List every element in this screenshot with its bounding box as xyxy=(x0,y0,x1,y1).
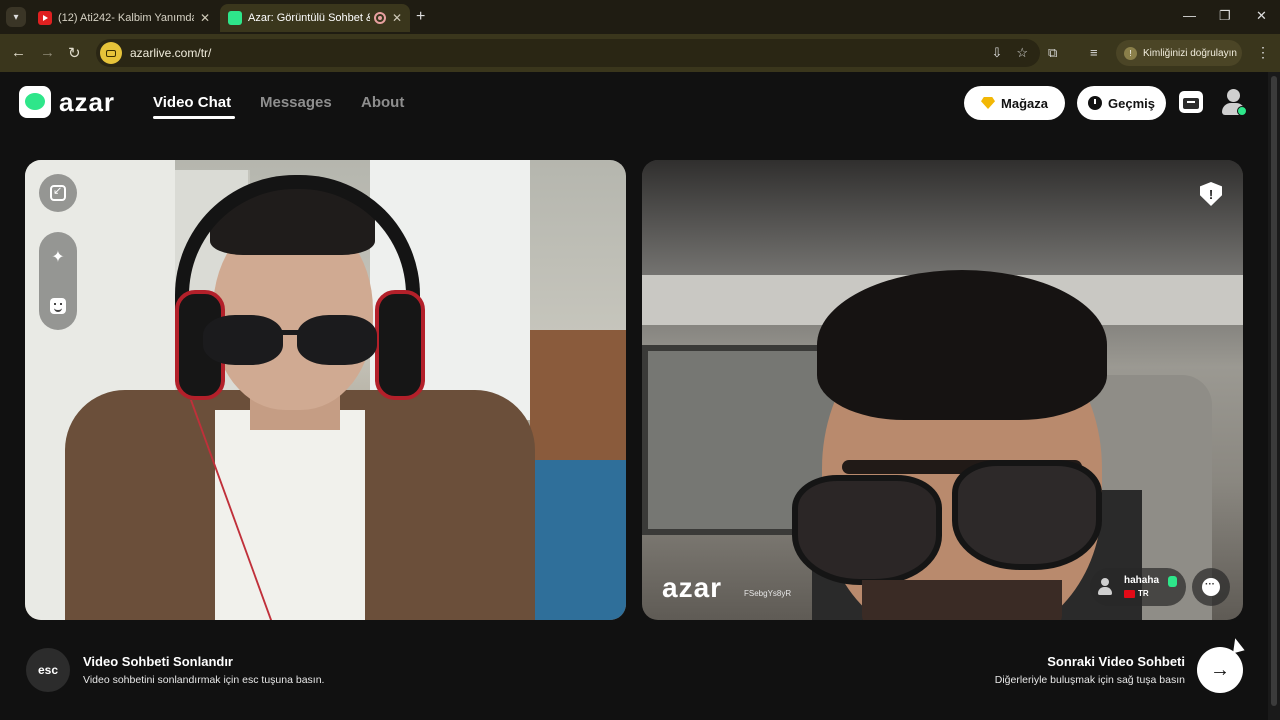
close-window-icon[interactable]: ✕ xyxy=(1256,8,1267,24)
shop-label: Mağaza xyxy=(1001,95,1048,111)
verified-badge-icon xyxy=(1168,576,1177,587)
azar-icon xyxy=(228,11,242,25)
end-chat-button[interactable]: esc xyxy=(26,648,70,692)
minimize-control xyxy=(39,174,77,212)
headphones-cup-right xyxy=(375,290,425,400)
end-chat-hint: Video sohbetini sonlandırmak için esc tu… xyxy=(83,674,325,686)
nav-about[interactable]: About xyxy=(361,94,404,111)
remote-video: ! azar FSebgYs8yR hahaha TR xyxy=(642,160,1243,620)
azar-watermark: azar xyxy=(662,572,723,603)
new-tab-button[interactable]: + xyxy=(416,8,425,26)
logo-text: azar xyxy=(59,86,116,117)
bookmark-star-icon[interactable]: ☆ xyxy=(1016,45,1028,61)
install-app-icon[interactable]: ⇩ xyxy=(991,45,1002,61)
sunglasses-right-lens xyxy=(952,460,1102,570)
scrollbar-thumb[interactable] xyxy=(1271,76,1277,706)
end-chat-title: Video Sohbeti Sonlandır xyxy=(83,654,233,669)
tab-search-button[interactable]: ▾ xyxy=(6,7,26,27)
nav-active-indicator xyxy=(153,116,235,119)
mouse-cursor xyxy=(1229,636,1245,654)
url-text: azarlive.com/tr/ xyxy=(130,46,212,60)
remote-user-chip[interactable]: hahaha TR xyxy=(1090,568,1186,606)
sunglasses-bridge xyxy=(280,330,300,335)
shop-button[interactable]: Mağaza xyxy=(964,86,1065,120)
menu-more-icon[interactable]: ⋮ xyxy=(1256,44,1270,61)
tab-title: Azar: Görüntülü Sohbet & V xyxy=(248,12,370,24)
nav-messages[interactable]: Messages xyxy=(260,94,332,111)
arrow-right-icon: → xyxy=(1210,658,1230,681)
page-scrollbar[interactable] xyxy=(1268,72,1280,720)
address-bar[interactable]: azarlive.com/tr/ ⇩ ☆ xyxy=(96,39,1040,67)
tab-azar[interactable]: Azar: Görüntülü Sohbet & V ✕ xyxy=(220,4,410,32)
media-queue-icon[interactable]: ≡ xyxy=(1090,45,1098,60)
magic-wand-icon: ✦ xyxy=(51,248,65,266)
remote-user-id: FSebgYs8yR xyxy=(744,589,792,598)
person-hair xyxy=(817,270,1107,420)
restore-window-icon[interactable]: ❐ xyxy=(1219,8,1231,24)
nav-video-chat[interactable]: Video Chat xyxy=(153,94,231,111)
chat-bubble-icon xyxy=(1202,578,1220,596)
next-chat-button[interactable]: → xyxy=(1197,647,1243,693)
chat-button[interactable] xyxy=(1192,568,1230,606)
forward-button[interactable]: → xyxy=(40,44,55,61)
remote-user-name: hahaha xyxy=(1124,575,1160,586)
minimize-button[interactable] xyxy=(39,174,77,212)
tab-youtube[interactable]: (12) Ati242- Kalbim Yanımda (O ✕ xyxy=(30,4,218,32)
minimize-window-icon[interactable]: — xyxy=(1183,8,1196,23)
browser-toolbar: ← → ↻ azarlive.com/tr/ ⇩ ☆ ⧉ ≡ ! Kimliği… xyxy=(0,34,1280,72)
tab-close-icon[interactable]: ✕ xyxy=(200,11,210,25)
avatar-head xyxy=(1227,89,1240,102)
azar-logo[interactable]: azar xyxy=(19,86,115,118)
face-mask-icon xyxy=(50,297,66,314)
user-avatar-icon xyxy=(1098,578,1112,596)
back-button[interactable]: ← xyxy=(11,44,26,61)
tab-close-icon[interactable]: ✕ xyxy=(392,11,402,25)
turkey-flag-icon xyxy=(1124,590,1135,598)
history-button[interactable]: Geçmiş xyxy=(1077,86,1166,120)
minimize-icon xyxy=(50,184,66,201)
magic-filter-button[interactable]: ✦ xyxy=(39,238,77,276)
recording-icon xyxy=(373,12,386,24)
next-chat-hint: Diğerleriyle buluşmak için sağ tuşa bası… xyxy=(994,674,1185,686)
gem-icon xyxy=(981,97,996,109)
local-video: ✦ xyxy=(25,160,626,620)
sunglasses-left-lens xyxy=(792,475,942,585)
reload-button[interactable]: ↻ xyxy=(68,44,81,62)
clock-icon xyxy=(1088,96,1102,110)
verify-label: Kimliğinizi doğrulayın xyxy=(1143,47,1237,59)
verified-badge-icon xyxy=(1237,106,1247,116)
effects-controls: ✦ xyxy=(39,232,77,330)
history-label: Geçmiş xyxy=(1108,95,1155,111)
remote-user-country: TR xyxy=(1138,589,1149,598)
youtube-icon xyxy=(38,11,52,25)
next-chat-title: Sonraki Video Sohbeti xyxy=(1047,654,1185,669)
browser-tabbar: ▾ (12) Ati242- Kalbim Yanımda (O ✕ Azar:… xyxy=(0,0,1280,34)
verify-identity-button[interactable]: ! Kimliğinizi doğrulayın xyxy=(1116,40,1242,66)
tab-title: (12) Ati242- Kalbim Yanımda (O xyxy=(58,12,194,24)
azar-logo-icon xyxy=(19,86,51,118)
info-icon: ! xyxy=(1124,46,1137,60)
camera-permission-icon[interactable] xyxy=(100,42,122,64)
sunglasses-left-lens xyxy=(203,315,283,365)
background-blanket xyxy=(525,460,626,620)
sunglasses-right-lens xyxy=(297,315,377,365)
person-beard xyxy=(862,580,1062,620)
face-mask-button[interactable] xyxy=(39,287,77,325)
extensions-icon[interactable]: ⧉ xyxy=(1048,45,1057,61)
inbox-icon[interactable] xyxy=(1179,91,1203,113)
profile-avatar[interactable] xyxy=(1219,86,1249,118)
